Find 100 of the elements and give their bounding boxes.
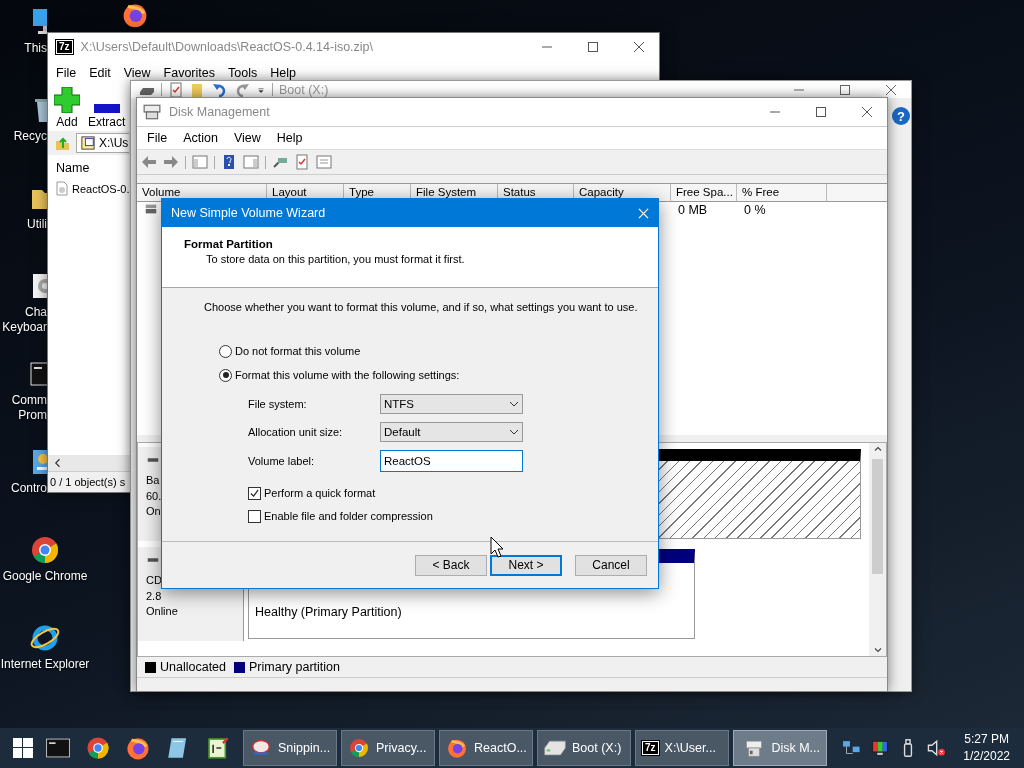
scrollbar-thumb[interactable] <box>872 459 883 574</box>
input-field[interactable]: ReactOS <box>380 450 523 472</box>
maximize-button[interactable] <box>587 41 599 53</box>
start-button[interactable] <box>13 738 33 758</box>
radio-option[interactable]: Format this volume with the following settings: <box>219 368 658 382</box>
disk-info: CD 2.8 Online <box>146 573 178 619</box>
help-button[interactable]: ? <box>892 107 910 125</box>
undo-icon[interactable] <box>212 81 228 98</box>
chrome-icon[interactable] <box>85 735 111 761</box>
menu-item[interactable]: Edit <box>89 66 111 80</box>
app-logo: 7z <box>642 741 659 755</box>
up-folder-icon[interactable] <box>54 135 70 151</box>
field-label: Allocation unit size: <box>248 426 344 438</box>
back-arrow-icon[interactable] <box>141 154 157 170</box>
chevron-down-icon <box>509 401 519 407</box>
window-title: X:\Users\Default\Downloads\ReactOS-0.4.14-iso.zip\ <box>80 40 374 54</box>
window-title: Boot (X:) <box>279 82 329 97</box>
checkbox-option[interactable]: Enable file and folder compression <box>248 509 658 523</box>
radio-option[interactable]: Do not format this volume <box>219 344 658 358</box>
menu-item[interactable]: File <box>56 66 77 80</box>
firefox-icon <box>446 737 468 759</box>
help-book-icon[interactable] <box>221 154 237 170</box>
file-name[interactable]: ReactOS-0. <box>72 182 130 195</box>
desktop-icon-label: This <box>24 41 47 56</box>
unallocated-partition[interactable] <box>656 449 861 539</box>
maximize-button[interactable] <box>839 83 851 96</box>
page-description: To store data on this partition, you must format it first. <box>206 253 466 265</box>
dialog-button[interactable]: Next > <box>490 554 562 576</box>
menu-item[interactable]: File <box>139 131 176 145</box>
desktop-icon-label: Prom <box>18 408 47 423</box>
radio-button[interactable] <box>219 368 232 382</box>
desktop-icon-label: Utili <box>27 217 47 232</box>
column-header[interactable]: Free Spa... <box>671 184 737 202</box>
chevron-down-icon <box>509 429 519 435</box>
menu-item[interactable]: Help <box>270 66 296 80</box>
desktop-icon-label: Google Chrome <box>2 569 88 583</box>
desktop-icon-label: Comm <box>11 393 47 408</box>
page-heading: Format Partition <box>184 238 274 250</box>
desktop-icon-label: Contro <box>10 481 47 496</box>
chrome-icon <box>348 737 370 759</box>
redo-icon[interactable] <box>234 81 250 98</box>
muted-speaker-icon[interactable] <box>925 737 948 759</box>
field-label: Volume label: <box>248 455 316 467</box>
desktop-icon-label: Keyboar <box>2 320 47 335</box>
dropdown[interactable]: Default <box>380 422 523 442</box>
checkbox[interactable] <box>248 486 261 500</box>
column-header[interactable]: % Free <box>737 184 827 202</box>
close-button[interactable] <box>885 83 897 96</box>
clock[interactable]: 5:27 PM 1/2/2022 <box>963 731 1010 765</box>
taskbar-button[interactable]: Disk M... <box>733 730 827 766</box>
table-cell-text: 0 MB <box>677 202 709 219</box>
app-logo: 7z <box>56 40 73 54</box>
checklist-icon[interactable] <box>294 154 310 170</box>
menu-item[interactable]: View <box>123 66 151 80</box>
taskbar-button[interactable]: 7z X:\User... <box>635 730 729 766</box>
dropdown[interactable]: NTFS <box>380 394 523 414</box>
menu-item[interactable]: Action <box>175 131 226 145</box>
plus-icon <box>54 87 80 113</box>
dialog-title: New Simple Volume Wizard <box>171 206 326 220</box>
menu-item[interactable]: Help <box>268 131 311 145</box>
checklist-icon[interactable] <box>168 81 184 98</box>
toolbar-button[interactable]: Extract <box>88 87 126 129</box>
archive-icon <box>81 136 95 150</box>
taskbar-button[interactable]: Privacy... <box>341 730 435 766</box>
disk-icon[interactable] <box>144 202 158 216</box>
menu-item[interactable]: Tools <box>228 66 258 80</box>
taskbar-button[interactable]: Boot (X:) <box>537 730 631 766</box>
menu-item[interactable]: Favorites <box>163 66 215 80</box>
chrome-icon[interactable] <box>29 534 61 566</box>
menu-item[interactable]: View <box>225 131 269 145</box>
close-button[interactable] <box>861 106 873 118</box>
toolbar-button[interactable]: Add <box>54 87 80 129</box>
dialog-button[interactable]: Cancel <box>575 554 647 576</box>
mouse-cursor-icon <box>490 536 504 558</box>
drive-icon <box>544 737 566 759</box>
table-cell-text: 0 % <box>743 202 767 219</box>
address-field[interactable]: X:\Us <box>76 133 129 153</box>
field-label: File system: <box>248 398 308 410</box>
desktop-icon-label: Internet Explorer <box>0 657 90 671</box>
instruction-text: Choose whether you want to format this volume, and if so, what settings you want to use. <box>204 301 639 313</box>
forward-arrow-icon[interactable] <box>163 154 179 170</box>
close-button[interactable] <box>633 41 645 53</box>
checkbox[interactable] <box>248 509 261 523</box>
editor-icon[interactable] <box>205 735 231 761</box>
column-header[interactable]: Name <box>56 161 90 175</box>
terminal-icon[interactable] <box>45 735 71 761</box>
firefox-icon[interactable] <box>125 735 151 761</box>
minus-icon <box>93 104 120 113</box>
desktop-icon-label: Cha <box>25 305 47 320</box>
maximize-button[interactable] <box>815 106 827 118</box>
desktop-icon-label: Recyc <box>13 129 47 144</box>
disc-file-icon <box>56 181 68 196</box>
disk-management-icon[interactable] <box>143 103 161 121</box>
taskbar-button[interactable]: Snippin... <box>243 730 337 766</box>
taskbar-button[interactable]: ReactO... <box>439 730 533 766</box>
radio-button[interactable] <box>219 344 232 358</box>
legend-label: Primary partition <box>249 660 340 674</box>
legend-label: Unallocated <box>160 660 226 674</box>
dialog-button[interactable]: < Back <box>415 554 487 576</box>
window-title: Disk Management <box>169 105 270 119</box>
